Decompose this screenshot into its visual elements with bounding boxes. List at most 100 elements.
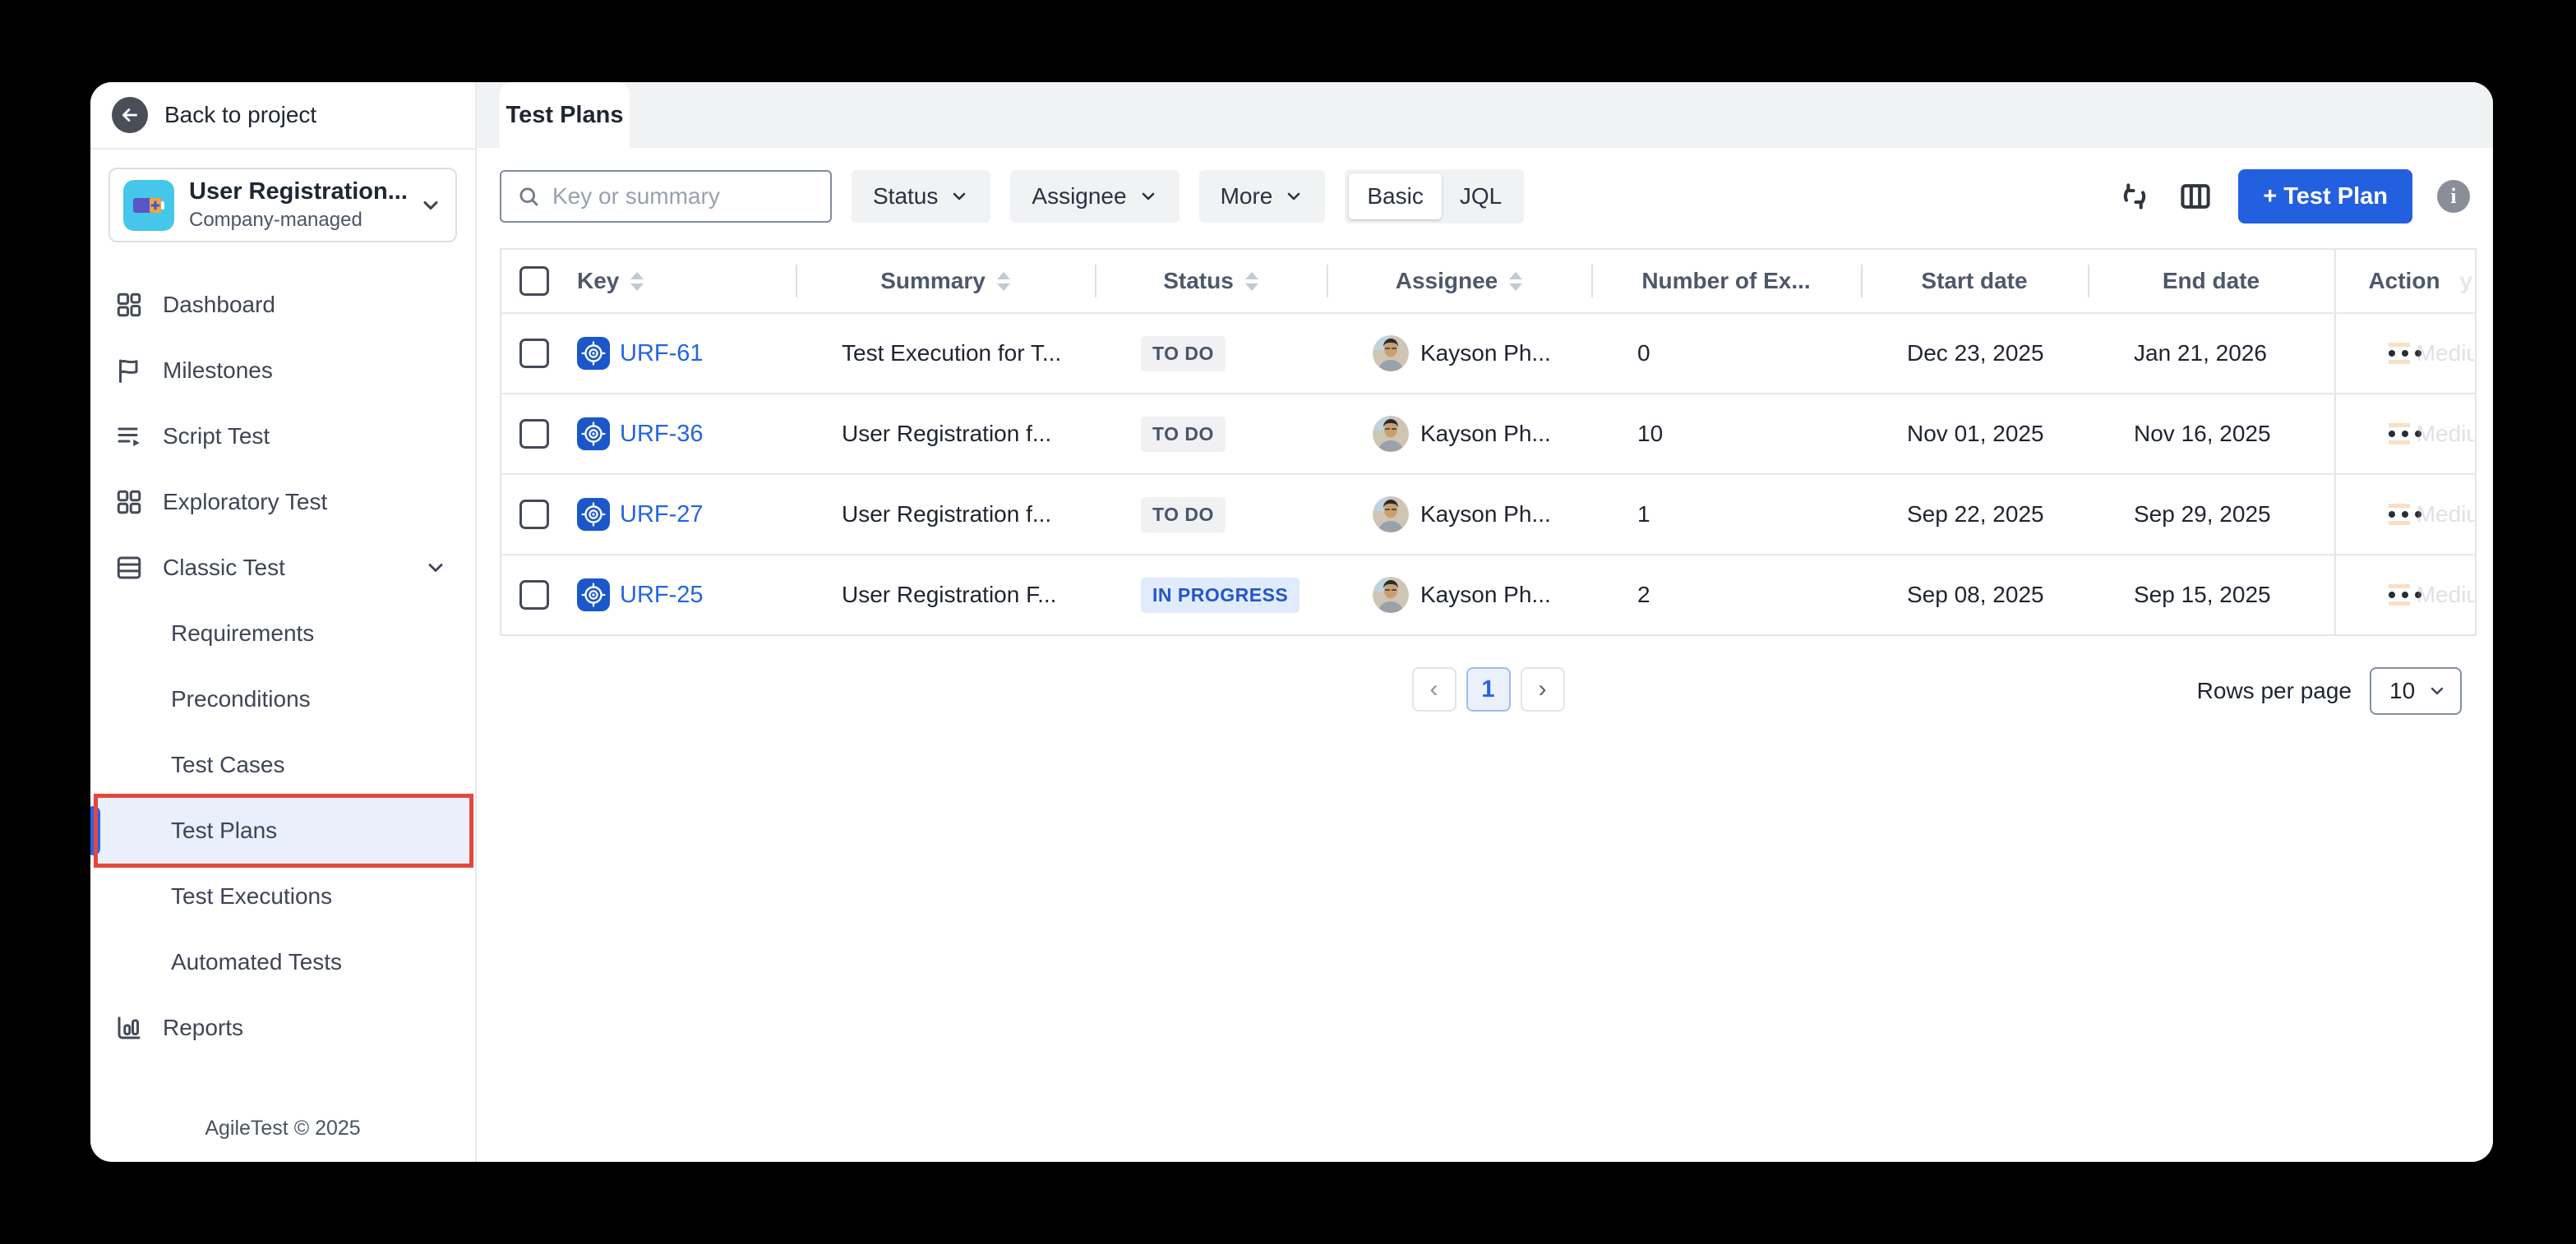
ghost-header-text: y	[2459, 268, 2472, 294]
header-label: Number of Ex...	[1641, 268, 1810, 294]
summary-cell: User Registration f...	[796, 394, 1095, 473]
end-date: Nov 16, 2025	[2134, 421, 2271, 447]
table-body: URF-61 Test Execution for T... TO DO	[501, 312, 2475, 634]
select-all-checkbox[interactable]	[519, 266, 549, 296]
key-cell: URF-27	[501, 475, 796, 554]
app-footer: AgileTest © 2025	[90, 1117, 475, 1162]
executions-count: 0	[1637, 340, 1650, 366]
row-checkbox[interactable]	[519, 419, 549, 449]
row-actions-button[interactable]	[2380, 342, 2430, 365]
sort-icon	[1245, 272, 1258, 291]
sidebar-item-preconditions[interactable]: Preconditions	[90, 666, 475, 732]
page-1-button[interactable]: 1	[1466, 667, 1511, 712]
more-filter-dropdown[interactable]: More	[1199, 170, 1326, 223]
summary-text: Test Execution for T...	[842, 340, 1061, 366]
row-actions-button[interactable]	[2380, 583, 2430, 606]
issue-key: URF-25	[577, 578, 704, 611]
executions-cell: 0	[1591, 314, 1861, 393]
header-key[interactable]: Key	[501, 250, 796, 312]
assignee-filter-dropdown[interactable]: Assignee	[1010, 170, 1179, 223]
refresh-button[interactable]	[2117, 178, 2153, 214]
sort-icon	[630, 272, 644, 291]
test-plan-target-icon	[577, 578, 610, 611]
action-cell: Mediu	[2334, 475, 2474, 554]
test-plan-target-icon	[577, 498, 610, 531]
table-row: URF-61 Test Execution for T... TO DO	[501, 312, 2475, 393]
row-actions-button[interactable]	[2380, 503, 2430, 526]
next-page-button[interactable]: ›	[1521, 667, 1565, 712]
row-checkbox[interactable]	[519, 339, 549, 368]
pagination-controls: ‹ 1 ›	[1412, 667, 1565, 712]
issue-key-link[interactable]: URF-36	[620, 421, 704, 448]
sidebar-item-dashboard[interactable]: Dashboard	[90, 272, 475, 338]
end-date: Jan 21, 2026	[2134, 340, 2267, 366]
tab-test-plans[interactable]: Test Plans	[500, 82, 630, 148]
main-content: Test Plans Status Assignee	[477, 82, 2493, 1162]
chevron-down-icon	[949, 187, 969, 206]
sidebar-item-exploratory-test[interactable]: Exploratory Test	[90, 469, 475, 535]
header-summary[interactable]: Summary	[796, 250, 1095, 312]
rows-per-page-select[interactable]: 10	[2370, 667, 2462, 715]
sidebar-item-label: Test Executions	[171, 883, 332, 910]
columns-settings-button[interactable]	[2177, 178, 2214, 214]
key-cell: URF-61	[501, 314, 796, 393]
avatar	[1373, 416, 1409, 452]
header-status[interactable]: Status	[1095, 250, 1327, 312]
key-cell: URF-36	[501, 394, 796, 473]
status-cell: IN PROGRESS	[1095, 555, 1327, 634]
toolbar-actions: + Test Plan i	[2117, 169, 2470, 223]
sidebar-item-milestones[interactable]: Milestones	[90, 338, 475, 403]
start-date-cell: Nov 01, 2025	[1861, 394, 2088, 473]
status-cell: TO DO	[1095, 314, 1327, 393]
status-badge: TO DO	[1141, 497, 1226, 532]
sidebar-item-label: Test Plans	[171, 818, 277, 844]
sidebar-item-automated-tests[interactable]: Automated Tests	[90, 929, 475, 995]
mode-basic-button[interactable]: Basic	[1349, 173, 1441, 219]
header-executions[interactable]: Number of Ex...	[1591, 250, 1861, 312]
create-test-plan-button[interactable]: + Test Plan	[2238, 169, 2412, 223]
header-label: Summary	[880, 268, 986, 294]
header-start-date[interactable]: Start date	[1861, 250, 2088, 312]
header-end-date[interactable]: End date	[2088, 250, 2334, 312]
header-label: Assignee	[1396, 268, 1498, 294]
table-row: URF-27 User Registration f... TO DO	[501, 473, 2475, 554]
sidebar-item-requirements[interactable]: Requirements	[90, 601, 475, 666]
action-cell: Mediu	[2334, 394, 2474, 473]
sidebar-item-test-cases[interactable]: Test Cases	[90, 732, 475, 798]
prev-page-button[interactable]: ‹	[1412, 667, 1457, 712]
project-name: User Registration...	[189, 178, 404, 205]
sidebar-item-label: Automated Tests	[171, 949, 342, 975]
end-date: Sep 15, 2025	[2134, 582, 2271, 608]
search-input[interactable]	[551, 182, 815, 210]
info-icon[interactable]: i	[2437, 180, 2470, 213]
sidebar-item-test-plans[interactable]: Test Plans	[90, 798, 473, 864]
table-rows-icon	[113, 553, 145, 583]
project-selector[interactable]: User Registration... Company-managed	[108, 168, 457, 242]
search-box[interactable]	[500, 170, 832, 223]
header-label: Status	[1163, 268, 1234, 294]
summary-cell: User Registration F...	[796, 555, 1095, 634]
issue-key-link[interactable]: URF-27	[620, 501, 704, 528]
key-cell: URF-25	[501, 555, 796, 634]
row-checkbox[interactable]	[519, 580, 549, 610]
sort-icon	[1509, 272, 1522, 291]
sidebar-item-label: Script Test	[163, 423, 270, 449]
rows-per-page-value: 10	[2389, 678, 2415, 704]
row-checkbox[interactable]	[519, 500, 549, 529]
test-plan-target-icon	[577, 417, 610, 450]
mode-jql-button[interactable]: JQL	[1442, 173, 1520, 219]
sidebar-item-reports[interactable]: Reports	[90, 995, 475, 1061]
sidebar-item-classic-test[interactable]: Classic Test	[90, 535, 475, 601]
sidebar-item-test-executions[interactable]: Test Executions	[90, 864, 475, 929]
header-assignee[interactable]: Assignee	[1327, 250, 1591, 312]
avatar	[1373, 577, 1409, 613]
issue-key-link[interactable]: URF-61	[620, 340, 704, 367]
issue-key-link[interactable]: URF-25	[620, 582, 704, 609]
status-filter-dropdown[interactable]: Status	[852, 170, 990, 223]
row-actions-button[interactable]	[2380, 422, 2430, 445]
chevron-down-icon	[419, 194, 442, 217]
table-row: URF-36 User Registration f... TO DO	[501, 393, 2475, 473]
end-date-cell: Sep 29, 2025	[2088, 475, 2334, 554]
sidebar-item-script-test[interactable]: Script Test	[90, 403, 475, 469]
back-to-project-button[interactable]: Back to project	[112, 97, 316, 133]
